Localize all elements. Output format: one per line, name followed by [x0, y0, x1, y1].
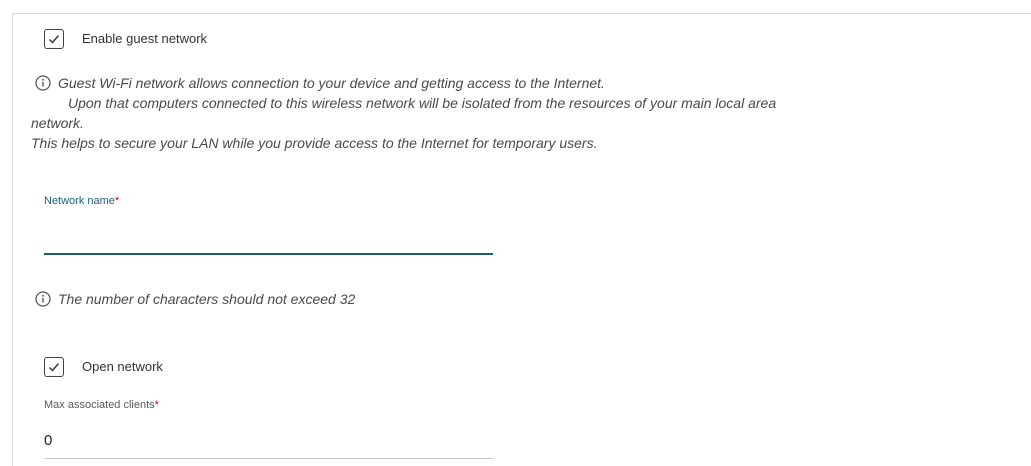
network-name-input[interactable] — [44, 227, 492, 249]
guest-network-info-line2: Upon that computers connected to this wi… — [68, 95, 777, 111]
check-icon — [49, 363, 60, 372]
guest-network-info-line4: This helps to secure your LAN while you … — [31, 135, 598, 151]
max-clients-input[interactable] — [44, 429, 492, 451]
network-name-label: Network name* — [44, 195, 120, 207]
guest-network-info-line1: Guest Wi-Fi network allows connection to… — [58, 75, 605, 91]
guest-network-info-line3: network. — [31, 115, 84, 131]
network-name-hint: The number of characters should not exce… — [58, 291, 356, 307]
required-mark: * — [154, 399, 159, 411]
enable-guest-network-label: Enable guest network — [82, 31, 208, 46]
required-mark: * — [114, 195, 120, 207]
max-clients-underline — [44, 458, 493, 459]
check-icon — [49, 35, 60, 44]
network-name-underline — [44, 253, 493, 255]
info-icon — [35, 75, 51, 91]
info-icon — [35, 291, 51, 307]
open-network-label: Open network — [82, 359, 163, 374]
max-clients-label: Max associated clients* — [44, 399, 159, 411]
guest-network-panel: Enable guest network Guest Wi-Fi network… — [12, 13, 1031, 466]
open-network-checkbox[interactable] — [44, 357, 64, 377]
enable-guest-network-checkbox[interactable] — [44, 29, 64, 49]
